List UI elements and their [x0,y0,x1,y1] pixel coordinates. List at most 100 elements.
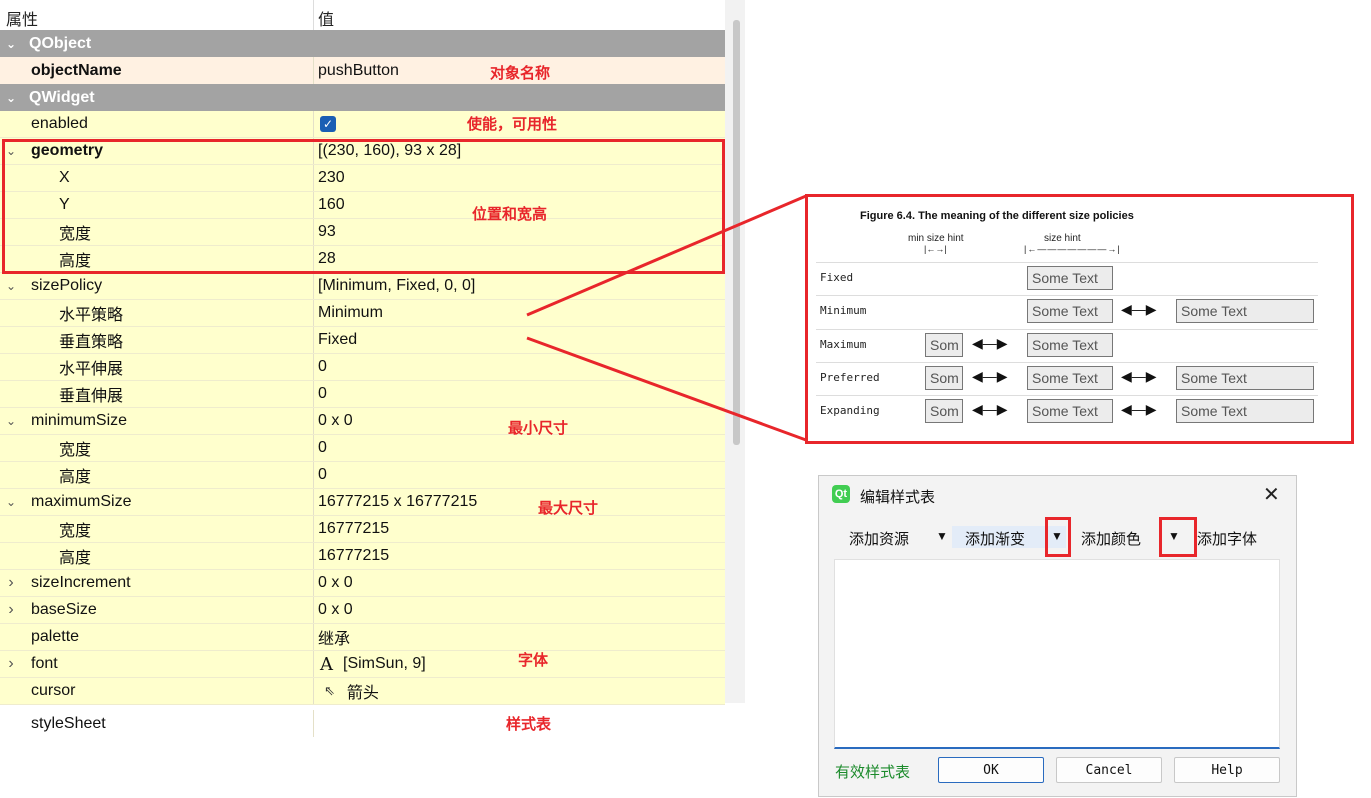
property-value: 箭头 [346,685,379,702]
property-row[interactable]: 水平伸展 0 [0,354,725,381]
policy-label: Expanding [820,404,880,417]
sample-widget-box: Some Text [1027,366,1113,390]
property-row[interactable]: cursor ⇖ 箭头 [0,678,725,705]
property-value-cell[interactable]: 0 x 0 [314,570,725,596]
property-row[interactable]: enabled ✓ [0,111,725,138]
property-row[interactable]: 高度 0 [0,462,725,489]
property-value-cell[interactable]: Fixed [314,327,725,353]
chevron-right-icon[interactable]: › [6,574,16,592]
property-row[interactable]: 宽度 16777215 [0,516,725,543]
size-policy-figure: Figure 6.4. The meaning of the different… [805,194,1354,444]
property-section-row[interactable]: ⌄ QWidget [0,84,725,111]
property-name: cursor [31,682,76,699]
property-value: pushButton [318,61,399,79]
annotation-stylesheet: 样式表 [506,716,552,733]
property-row[interactable]: 高度 16777215 [0,543,725,570]
property-row[interactable]: objectName pushButton [0,57,725,84]
chevron-down-icon[interactable]: ⌄ [6,495,16,509]
property-name-cell: styleSheet [0,710,314,737]
property-row[interactable]: › font A [SimSun, 9] [0,651,725,678]
property-row[interactable]: 垂直策略 Fixed [0,327,725,354]
property-value-cell[interactable]: 继承 [314,624,725,650]
property-value-cell[interactable]: 16777215 [314,516,725,542]
property-value: 0 x 0 [318,574,353,591]
property-section-row[interactable]: ⌄ QObject [0,30,725,57]
add-gradient-button[interactable]: 添加渐变 [965,528,1025,549]
property-value-cell[interactable] [314,30,725,57]
add-resource-button[interactable]: 添加资源 [849,528,909,549]
property-value-cell[interactable]: 0 [314,462,725,488]
property-value-cell[interactable]: 0 x 0 [314,597,725,623]
stylesheet-editor[interactable] [834,559,1280,749]
figure-policy-row: Maximum Som Some Text ◀—▶ [816,329,1318,361]
property-name: 垂直策略 [59,334,124,351]
property-row[interactable]: 垂直伸展 0 [0,381,725,408]
annotation-maximum-size: 最大尺寸 [538,500,599,517]
property-value-cell[interactable]: [Minimum, Fixed, 0, 0] [314,273,725,299]
value-column-header[interactable]: 值 [318,6,334,30]
size-hint-label: size hint [1044,233,1081,244]
add-resource-dropdown-icon[interactable]: ▼ [936,529,948,543]
property-row[interactable]: ⌄ sizePolicy [Minimum, Fixed, 0, 0] [0,273,725,300]
annotation-enabled: 使能，可用性 [467,116,558,133]
property-value-cell[interactable] [314,84,725,111]
size-hint-marker: |←———————→| [1024,244,1121,254]
property-value-cell[interactable]: 16777215 [314,543,725,569]
property-editor-header: 属性 值 [0,0,725,30]
property-value: Fixed [318,331,358,348]
property-name-cell: 垂直伸展 [0,381,314,407]
help-button[interactable]: Help [1174,757,1280,783]
add-font-button[interactable]: 添加字体 [1197,528,1257,549]
chevron-down-icon[interactable]: ⌄ [6,37,16,51]
double-arrow-icon: ◀—▶ [1121,401,1157,417]
property-value-cell[interactable]: 0 [314,435,725,461]
close-icon[interactable]: ✕ [1263,482,1280,507]
annotation-minimum-size: 最小尺寸 [508,420,569,437]
property-value: 16777215 x 16777215 [318,493,478,510]
enabled-checkbox[interactable]: ✓ [320,116,336,132]
double-arrow-icon: ◀—▶ [972,401,1008,417]
ok-button[interactable]: OK [938,757,1044,783]
property-value-cell[interactable]: 16777215 x 16777215 [314,489,725,515]
property-name: minimumSize [31,412,128,429]
property-value-cell[interactable]: 0 [314,381,725,407]
property-name: objectName [31,61,122,79]
property-row[interactable]: styleSheet [0,710,725,737]
property-row[interactable]: 水平策略 Minimum [0,300,725,327]
property-name-cell: 高度 [0,543,314,569]
arrow-cursor-icon: ⇖ [324,683,335,698]
property-name-cell: ⌄ minimumSize [0,408,314,434]
property-value-cell[interactable]: ⇖ 箭头 [314,678,725,704]
chevron-down-icon[interactable]: ⌄ [6,414,16,428]
property-name: QObject [29,34,92,52]
geometry-highlight-box [2,139,725,274]
property-name: 高度 [59,469,92,486]
chevron-right-icon[interactable]: › [6,601,16,619]
property-name: maximumSize [31,493,132,510]
property-row[interactable]: palette 继承 [0,624,725,651]
scrollbar-thumb[interactable] [733,20,740,445]
property-row[interactable]: 宽度 0 [0,435,725,462]
sample-widget-box: Som [925,366,963,390]
property-name: sizePolicy [31,277,103,294]
figure-policy-row: Preferred Som Some Text Some Text ◀—▶ ◀—▶ [816,362,1318,394]
property-name: font [31,655,58,672]
chevron-down-icon[interactable]: ⌄ [6,91,16,105]
qt-logo-icon: Qt [832,485,850,503]
property-name-cell: 水平伸展 [0,354,314,380]
property-value-cell[interactable]: Minimum [314,300,725,326]
property-row[interactable]: › sizeIncrement 0 x 0 [0,570,725,597]
chevron-right-icon[interactable]: › [6,655,16,673]
property-name-cell: enabled [0,111,314,137]
chevron-down-icon[interactable]: ⌄ [6,279,16,293]
property-value: Minimum [318,304,383,321]
property-row[interactable]: ⌄ minimumSize 0 x 0 [0,408,725,435]
property-row[interactable]: › baseSize 0 x 0 [0,597,725,624]
double-arrow-icon: ◀—▶ [972,335,1008,351]
cancel-button[interactable]: Cancel [1056,757,1162,783]
add-color-button[interactable]: 添加颜色 [1081,528,1141,549]
property-row[interactable]: ⌄ maximumSize 16777215 x 16777215 [0,489,725,516]
property-column-header[interactable]: 属性 [6,6,38,30]
sample-widget-box: Some Text [1176,366,1314,390]
property-value-cell[interactable]: 0 [314,354,725,380]
